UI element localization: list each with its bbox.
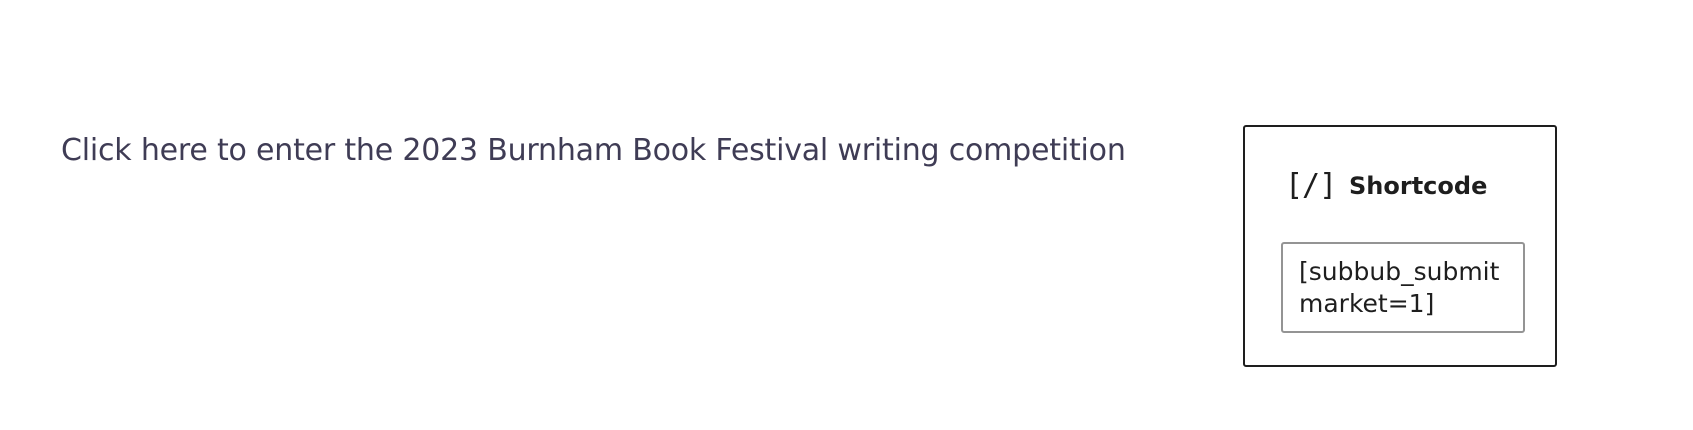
paragraph-block[interactable]: Click here to enter the 2023 Burnham Boo… — [61, 131, 1126, 171]
shortcode-icon: [/] — [1285, 168, 1337, 203]
shortcode-input[interactable]: [subbub_submit market=1] — [1281, 242, 1525, 333]
shortcode-block[interactable]: [/] Shortcode [subbub_submit market=1] — [1243, 125, 1557, 367]
shortcode-block-header: [/] Shortcode — [1285, 166, 1487, 206]
shortcode-block-title: Shortcode — [1349, 172, 1488, 200]
